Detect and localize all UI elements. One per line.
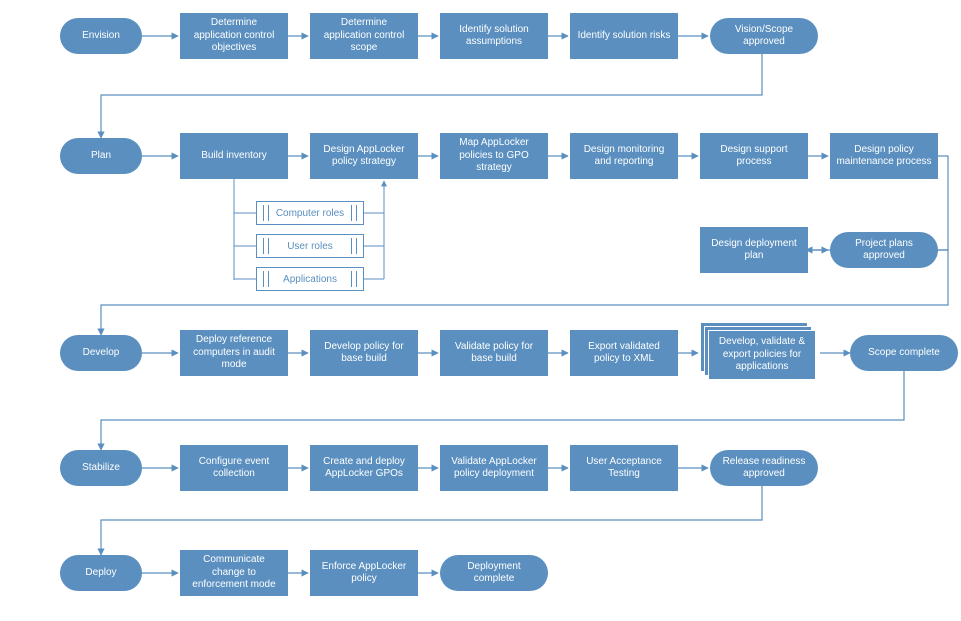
- step-plan-support: Design support process: [700, 133, 808, 179]
- step-label: Design deployment plan: [706, 238, 802, 263]
- flow-connectors: [0, 0, 961, 621]
- milestone-label: Deployment complete: [446, 561, 542, 586]
- phase-label: Envision: [82, 30, 120, 43]
- milestone-label: Release readiness approved: [716, 456, 812, 481]
- step-plan-build-inventory: Build inventory: [180, 133, 288, 179]
- step-label: Export validated policy to XML: [576, 341, 672, 366]
- phase-deploy: Deploy: [60, 555, 142, 591]
- step-envision-scope: Determine application control scope: [310, 13, 418, 59]
- step-label: Design policy maintenance process: [836, 144, 932, 169]
- step-label: Identify solution risks: [578, 30, 671, 43]
- step-develop-validate-base: Validate policy for base build: [440, 330, 548, 376]
- step-plan-map-gpo: Map AppLocker policies to GPO strategy: [440, 133, 548, 179]
- step-envision-assumptions: Identify solution assumptions: [440, 13, 548, 59]
- stack-label: Develop, validate & export policies for …: [715, 336, 809, 374]
- step-plan-deployment-plan: Design deployment plan: [700, 227, 808, 273]
- phase-label: Stabilize: [82, 462, 120, 475]
- step-develop-export-xml: Export validated policy to XML: [570, 330, 678, 376]
- step-label: Map AppLocker policies to GPO strategy: [446, 137, 542, 175]
- stack-layer-front: Develop, validate & export policies for …: [708, 330, 816, 380]
- subitem-label: Applications: [283, 274, 337, 285]
- milestone-deployment-complete: Deployment complete: [440, 555, 548, 591]
- step-deploy-enforce-policy: Enforce AppLocker policy: [310, 550, 418, 596]
- step-envision-objectives: Determine application control objectives: [180, 13, 288, 59]
- step-develop-stack-policies: Develop, validate & export policies for …: [700, 322, 812, 380]
- step-label: Configure event collection: [186, 456, 282, 481]
- step-stabilize-event-collection: Configure event collection: [180, 445, 288, 491]
- step-plan-maintenance: Design policy maintenance process: [830, 133, 938, 179]
- milestone-label: Vision/Scope approved: [716, 24, 812, 49]
- phase-envision: Envision: [60, 18, 142, 54]
- step-deploy-communicate-change: Communicate change to enforcement mode: [180, 550, 288, 596]
- milestone-release-readiness: Release readiness approved: [710, 450, 818, 486]
- phase-plan: Plan: [60, 138, 142, 174]
- milestone-label: Scope complete: [868, 347, 940, 360]
- step-develop-policy-base: Develop policy for base build: [310, 330, 418, 376]
- step-stabilize-uat: User Acceptance Testing: [570, 445, 678, 491]
- phase-label: Develop: [83, 347, 120, 360]
- milestone-scope-complete: Scope complete: [850, 335, 958, 371]
- step-label: Validate AppLocker policy deployment: [446, 456, 542, 481]
- step-label: Validate policy for base build: [446, 341, 542, 366]
- step-envision-risks: Identify solution risks: [570, 13, 678, 59]
- milestone-label: Project plans approved: [836, 238, 932, 263]
- step-label: Communicate change to enforcement mode: [186, 554, 282, 592]
- step-label: User Acceptance Testing: [576, 456, 672, 481]
- step-label: Build inventory: [201, 150, 267, 163]
- step-plan-policy-strategy: Design AppLocker policy strategy: [310, 133, 418, 179]
- step-label: Determine application control scope: [316, 17, 412, 55]
- subitem-computer-roles: Computer roles: [256, 201, 364, 225]
- subitem-label: User roles: [287, 241, 333, 252]
- step-stabilize-validate-deployment: Validate AppLocker policy deployment: [440, 445, 548, 491]
- step-develop-deploy-reference: Deploy reference computers in audit mode: [180, 330, 288, 376]
- phase-label: Deploy: [85, 567, 116, 580]
- subitem-applications: Applications: [256, 267, 364, 291]
- milestone-project-plans-approved: Project plans approved: [830, 232, 938, 268]
- step-label: Develop policy for base build: [316, 341, 412, 366]
- step-label: Deploy reference computers in audit mode: [186, 334, 282, 372]
- step-label: Design AppLocker policy strategy: [316, 144, 412, 169]
- phase-stabilize: Stabilize: [60, 450, 142, 486]
- step-stabilize-deploy-gpos: Create and deploy AppLocker GPOs: [310, 445, 418, 491]
- subitem-user-roles: User roles: [256, 234, 364, 258]
- step-label: Design monitoring and reporting: [576, 144, 672, 169]
- subitem-label: Computer roles: [276, 208, 344, 219]
- phase-develop: Develop: [60, 335, 142, 371]
- step-label: Enforce AppLocker policy: [316, 561, 412, 586]
- milestone-vision-scope-approved: Vision/Scope approved: [710, 18, 818, 54]
- step-plan-monitoring: Design monitoring and reporting: [570, 133, 678, 179]
- step-label: Determine application control objectives: [186, 17, 282, 55]
- step-label: Create and deploy AppLocker GPOs: [316, 456, 412, 481]
- step-label: Design support process: [706, 144, 802, 169]
- step-label: Identify solution assumptions: [446, 24, 542, 49]
- phase-label: Plan: [91, 150, 111, 163]
